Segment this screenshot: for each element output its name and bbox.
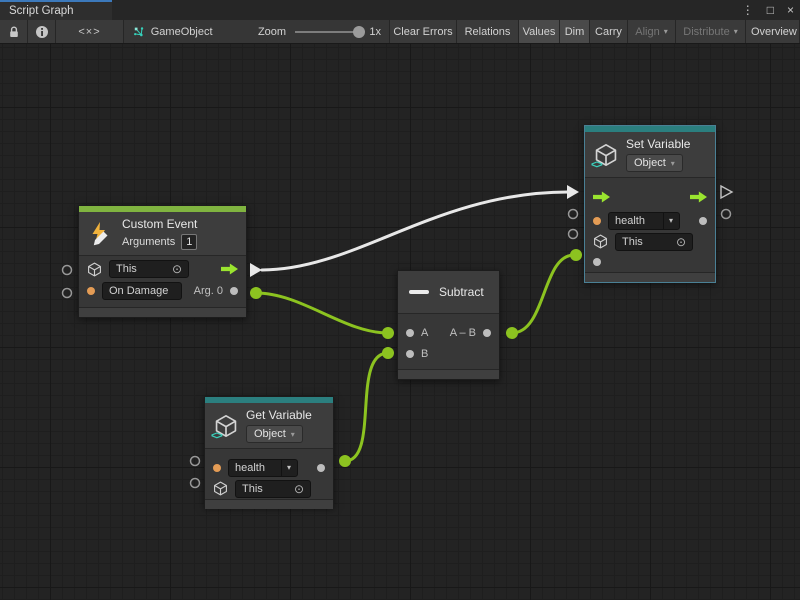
- values-toggle[interactable]: Values: [519, 20, 560, 43]
- string-input-port[interactable]: [213, 464, 221, 472]
- target-field[interactable]: This ⊙: [109, 260, 189, 278]
- value-input-row: [585, 252, 715, 272]
- variable-scope-dropdown[interactable]: Object ▾: [626, 154, 683, 172]
- chevron-down-icon: ▾: [664, 27, 668, 36]
- input-a-row: A A – B: [398, 322, 499, 343]
- dim-toggle[interactable]: Dim: [560, 20, 590, 43]
- lock-icon: [7, 25, 21, 39]
- target-port-row: This ⊙: [205, 478, 333, 499]
- variable-name-dropdown[interactable]: health ▾: [608, 212, 680, 230]
- zoom-slider[interactable]: [295, 31, 360, 33]
- subtract-node[interactable]: Subtract A A – B B: [397, 270, 500, 380]
- result-output-port[interactable]: [483, 329, 491, 337]
- target-port-row: This ⊙: [585, 231, 715, 252]
- info-button[interactable]: [28, 20, 56, 43]
- subtract-icon: [409, 290, 429, 294]
- graph-toolbar: <×> GameObject Zoom 1x Clear Errors Rela…: [0, 20, 800, 44]
- clear-errors-button[interactable]: Clear Errors: [390, 20, 457, 43]
- gameobject-cube-icon: [87, 262, 102, 277]
- distribute-dropdown[interactable]: Distribute ▾: [676, 20, 746, 43]
- value-input-port[interactable]: [593, 258, 601, 266]
- graph-network-icon: [132, 24, 145, 40]
- variable-name-row: health ▾: [205, 457, 333, 478]
- trigger-output-port[interactable]: [221, 263, 238, 276]
- output-label: A – B: [450, 327, 476, 339]
- lock-button[interactable]: [0, 20, 28, 43]
- variable-name-dropdown[interactable]: health ▾: [228, 459, 298, 477]
- tab-title: Script Graph: [9, 5, 74, 17]
- tab-script-graph[interactable]: Script Graph: [0, 0, 112, 20]
- graph-object-name[interactable]: GameObject: [151, 26, 213, 38]
- input-b-row: B: [398, 343, 499, 364]
- node-title: Subtract: [439, 285, 484, 299]
- node-title: Custom Event: [122, 217, 197, 231]
- code-brackets-icon: <×>: [78, 26, 100, 38]
- window-close-icon[interactable]: ×: [787, 3, 794, 17]
- custom-event-icon: [88, 221, 114, 247]
- event-name-field[interactable]: On Damage: [102, 282, 182, 300]
- variable-cube-icon: <>: [214, 414, 238, 438]
- target-field[interactable]: This ⊙: [615, 233, 693, 251]
- variable-scope-dropdown[interactable]: Object ▾: [246, 425, 303, 443]
- chevron-down-icon: ▾: [281, 460, 291, 476]
- input-b-label: B: [421, 348, 428, 360]
- zoom-value: 1x: [369, 26, 381, 38]
- relations-button[interactable]: Relations: [457, 20, 519, 43]
- zoom-label: Zoom: [258, 26, 286, 38]
- overview-button[interactable]: Overview: [746, 20, 800, 43]
- target-field[interactable]: This ⊙: [235, 480, 311, 498]
- zoom-slider-handle[interactable]: [353, 26, 365, 38]
- input-b-port[interactable]: [406, 350, 414, 358]
- object-picker-icon[interactable]: ⊙: [172, 263, 182, 275]
- tab-bar: Script Graph ⋮ □ ×: [0, 0, 800, 20]
- string-input-port[interactable]: [87, 287, 95, 295]
- gameobject-cube-icon: [213, 481, 228, 496]
- trigger-port-row: [585, 184, 715, 210]
- value-output-port[interactable]: [699, 217, 707, 225]
- node-title: Get Variable: [246, 408, 312, 422]
- set-variable-node[interactable]: <> Set Variable Object ▾ health: [584, 125, 716, 283]
- arg0-output-port[interactable]: [230, 287, 238, 295]
- node-footer: [398, 369, 499, 379]
- node-title: Set Variable: [626, 137, 690, 151]
- custom-event-node[interactable]: Custom Event Arguments 1 This ⊙: [78, 205, 247, 318]
- info-icon: [35, 25, 49, 39]
- trigger-input-port[interactable]: [593, 191, 610, 204]
- chevron-down-icon: ▾: [663, 213, 673, 229]
- variable-name-row: health ▾: [585, 210, 715, 231]
- node-footer: [205, 499, 333, 509]
- carry-toggle[interactable]: Carry: [590, 20, 628, 43]
- arg0-label: Arg. 0: [194, 285, 223, 297]
- object-picker-icon[interactable]: ⊙: [294, 483, 304, 495]
- object-picker-icon[interactable]: ⊙: [676, 236, 686, 248]
- event-name-port-row: On Damage Arg. 0: [79, 280, 246, 302]
- value-output-port[interactable]: [317, 464, 325, 472]
- chevron-down-icon: ▾: [291, 430, 295, 439]
- unity-script-graph-window: Script Graph ⋮ □ × <×>: [0, 0, 800, 600]
- target-port-row: This ⊙: [79, 258, 246, 280]
- chevron-down-icon: ▾: [671, 159, 675, 168]
- arguments-label: Arguments: [122, 236, 175, 248]
- graph-context-segment: GameObject Zoom 1x: [124, 20, 390, 43]
- input-a-label: A: [421, 327, 428, 339]
- window-maximize-icon[interactable]: □: [767, 3, 774, 17]
- node-footer: [79, 307, 246, 317]
- align-dropdown[interactable]: Align ▾: [628, 20, 676, 43]
- arguments-count-field[interactable]: 1: [181, 234, 197, 250]
- chevron-down-icon: ▾: [734, 27, 738, 36]
- get-variable-node[interactable]: <> Get Variable Object ▾ health ▾: [204, 396, 334, 507]
- gameobject-cube-icon: [593, 234, 608, 249]
- variable-cube-icon: <>: [594, 143, 618, 167]
- node-footer: [585, 272, 715, 282]
- trigger-output-port[interactable]: [690, 191, 707, 204]
- string-input-port[interactable]: [593, 217, 601, 225]
- input-a-port[interactable]: [406, 329, 414, 337]
- window-menu-icon[interactable]: ⋮: [742, 3, 754, 17]
- edit-graph-button[interactable]: <×>: [56, 20, 124, 43]
